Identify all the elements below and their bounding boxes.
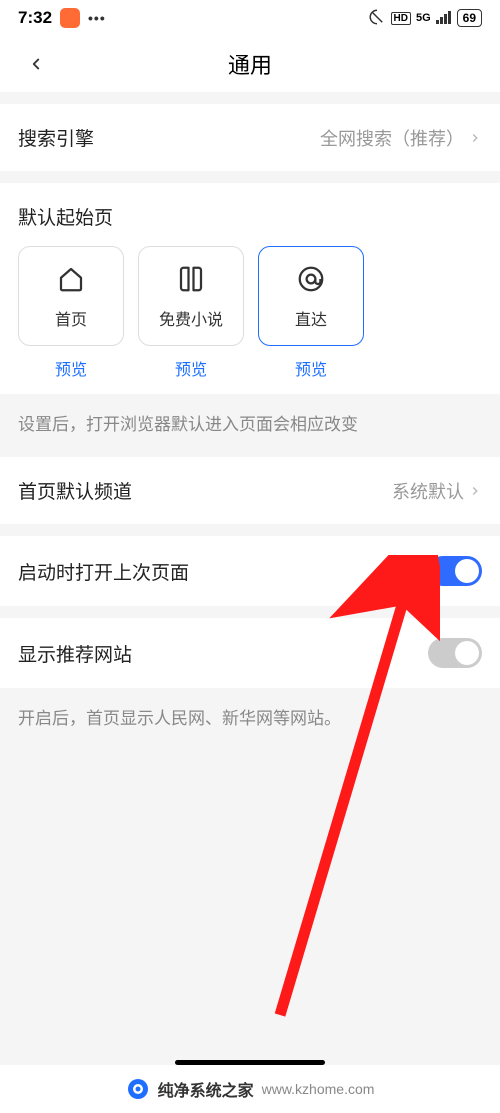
mute-icon: [368, 8, 386, 29]
default-channel-label: 首页默认频道: [18, 477, 132, 504]
more-indicator: •••: [88, 10, 106, 26]
hd-icon: HD: [391, 12, 411, 25]
tile-home[interactable]: 首页: [18, 246, 124, 346]
battery-indicator: 69: [457, 9, 482, 27]
signal-icon: [436, 10, 452, 27]
tile-novel[interactable]: 免费小说: [138, 246, 244, 346]
chevron-right-icon: [468, 131, 482, 145]
network-label: 5G: [416, 12, 431, 24]
back-button[interactable]: [16, 44, 56, 84]
search-engine-value: 全网搜索（推荐）: [320, 125, 464, 151]
tile-home-preview[interactable]: 预览: [55, 356, 87, 380]
recommend-sites-row: 显示推荐网站: [0, 618, 500, 688]
search-engine-label: 搜索引擎: [18, 124, 94, 151]
status-time: 7:32: [18, 8, 52, 28]
watermark-url: www.kzhome.com: [262, 1081, 375, 1097]
status-indicators: HD 5G 69: [368, 8, 483, 29]
status-bar: 7:32 ••• HD 5G 69: [0, 0, 500, 36]
recommend-sites-description: 开启后，首页显示人民网、新华网等网站。: [0, 688, 500, 745]
default-channel-value: 系统默认: [392, 478, 464, 504]
book-icon: [174, 262, 208, 296]
tile-novel-label: 免费小说: [159, 306, 223, 330]
resume-last-label: 启动时打开上次页面: [18, 558, 189, 585]
search-engine-row[interactable]: 搜索引擎 全网搜索（推荐）: [0, 104, 500, 171]
start-page-hint: 设置后，打开浏览器默认进入页面会相应改变: [0, 394, 500, 457]
tile-direct[interactable]: 直达: [258, 246, 364, 346]
chevron-left-icon: [27, 55, 45, 73]
house-icon: [54, 262, 88, 296]
start-page-tiles: 首页 预览 免费小说 预览 直达 预览: [0, 246, 500, 394]
resume-last-row: 启动时打开上次页面: [0, 536, 500, 606]
tile-direct-preview[interactable]: 预览: [295, 356, 327, 380]
default-channel-row[interactable]: 首页默认频道 系统默认: [0, 457, 500, 524]
app-badge-icon: [60, 8, 80, 28]
page-title: 通用: [228, 48, 272, 80]
watermark-text: 纯净系统之家: [158, 1077, 254, 1101]
recommend-sites-label: 显示推荐网站: [18, 640, 132, 667]
resume-last-toggle[interactable]: [428, 556, 482, 586]
start-page-title: 默认起始页: [0, 183, 500, 246]
page-header: 通用: [0, 36, 500, 92]
tile-novel-preview[interactable]: 预览: [175, 356, 207, 380]
tile-direct-label: 直达: [295, 306, 327, 330]
watermark: 纯净系统之家 www.kzhome.com: [0, 1065, 500, 1113]
recommend-sites-toggle[interactable]: [428, 638, 482, 668]
at-icon: [294, 262, 328, 296]
watermark-logo-icon: [126, 1077, 150, 1101]
tile-home-label: 首页: [55, 306, 87, 330]
chevron-right-icon: [468, 484, 482, 498]
